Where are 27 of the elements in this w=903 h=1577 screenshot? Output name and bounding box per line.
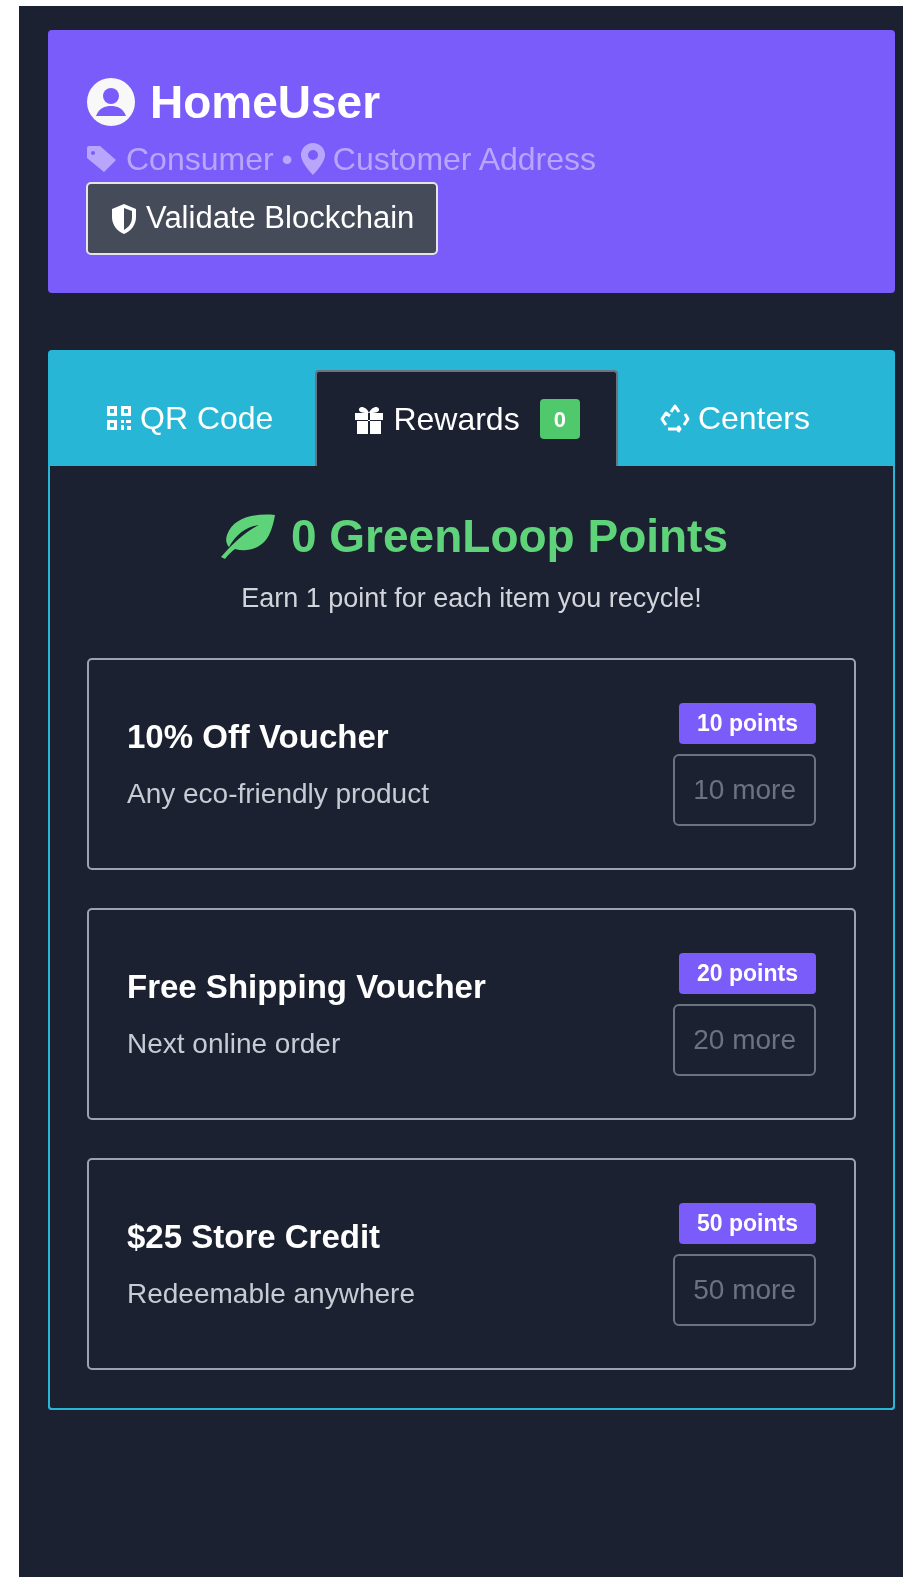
reward-title: $25 Store Credit [127, 1217, 382, 1257]
tab[interactable]: QR Code [70, 370, 310, 466]
user-address: Customer Address [332, 140, 597, 179]
user-icon [86, 77, 136, 127]
validate-blockchain-button[interactable]: Validate Blockchain [86, 182, 439, 255]
reward-description: Any eco-friendly product [127, 777, 429, 811]
points-cost-badge: 10 points [679, 702, 816, 744]
reward-description: Redeemable anywhere [127, 1277, 415, 1311]
location-pin-icon [300, 143, 325, 175]
tag-icon [86, 145, 118, 173]
gift-icon [353, 404, 386, 434]
reward-title: 10% Off Voucher [127, 717, 390, 757]
user-name: HomeUser [150, 75, 381, 130]
tab[interactable]: Centers [623, 370, 846, 466]
points-title: 0 GreenLoop Points [290, 509, 728, 564]
shield-icon [110, 202, 138, 235]
recycle-icon [659, 403, 690, 433]
points-subtitle: Earn 1 point for each item you recycle! [240, 582, 703, 615]
reward-description: Next online order [127, 1027, 342, 1061]
count-badge: 0 [539, 399, 580, 439]
qr-code-icon [106, 405, 132, 431]
tab[interactable]: Rewards 0 [315, 370, 618, 466]
user-role: Consumer [126, 140, 274, 179]
points-cost-badge: 50 points [679, 1202, 816, 1244]
points-cost-badge: 20 points [679, 952, 816, 994]
separator-dot: • [281, 140, 293, 179]
reward-title: Free Shipping Voucher [127, 967, 486, 1007]
